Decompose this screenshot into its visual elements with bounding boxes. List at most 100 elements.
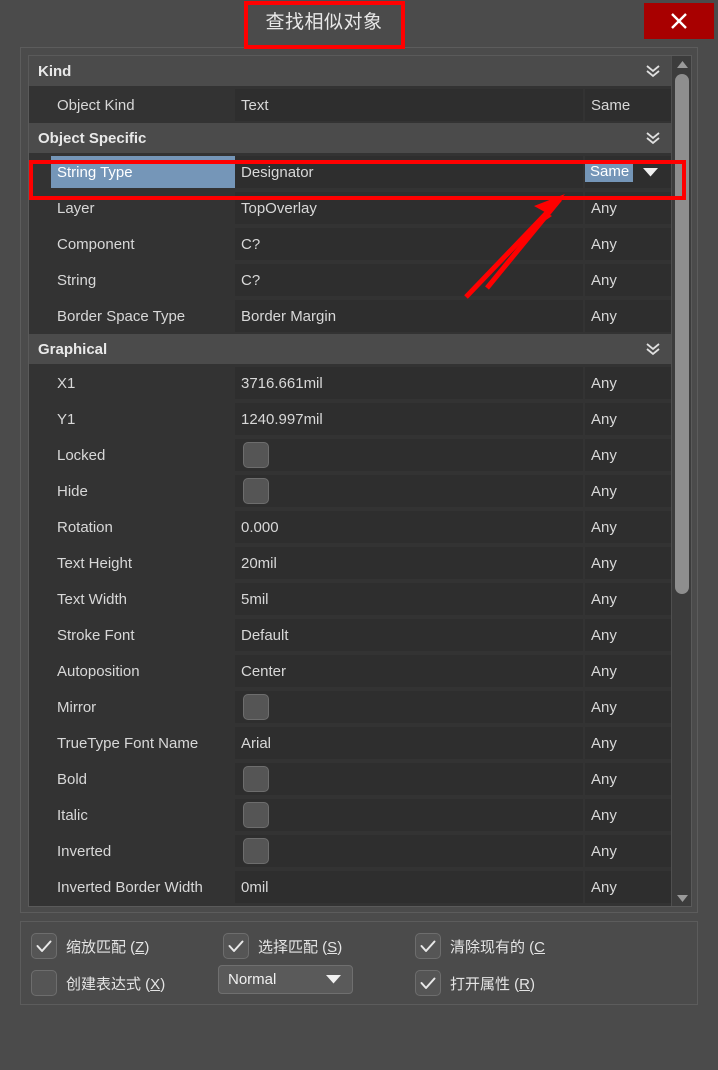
section-header-graphical[interactable]: Graphical [29,334,671,365]
match-mode-cell[interactable]: Any [585,511,671,543]
match-mode-cell[interactable]: Any [585,439,671,471]
section-header-kind[interactable]: Kind [29,56,671,87]
match-mode-cell[interactable]: Any [585,619,671,651]
property-value-cell[interactable]: Border Margin [235,300,585,332]
property-value-cell[interactable] [235,439,585,471]
option-create-expression[interactable]: 创建表达式 (X) [31,970,165,996]
property-row[interactable]: Inverted Any [29,833,671,869]
property-row[interactable]: String C? Any [29,262,671,298]
option-select-match[interactable]: 选择匹配 (S) [223,933,342,959]
section-header-object-specific[interactable]: Object Specific [29,123,671,154]
scroll-down-button[interactable] [672,890,691,906]
property-row[interactable]: TrueType Font Name Arial Any [29,725,671,761]
property-name-cell[interactable]: Text Height [29,545,235,581]
match-mode-cell[interactable]: Any [585,727,671,759]
match-mode-cell[interactable]: Same [585,156,671,188]
match-mode-cell[interactable]: Any [585,835,671,867]
property-row[interactable]: Autoposition Center Any [29,653,671,689]
property-row[interactable]: Component C? Any [29,226,671,262]
property-name-cell[interactable]: Component [29,226,235,262]
property-value-cell[interactable]: 20mil [235,547,585,579]
property-row[interactable]: Inverted Border Width 0mil Any [29,869,671,905]
property-value-cell[interactable] [235,763,585,795]
property-name-cell[interactable]: Bold [29,761,235,797]
match-mode-cell[interactable]: Any [585,547,671,579]
property-value-cell[interactable]: 0mil [235,871,585,903]
property-row[interactable]: Layer TopOverlay Any [29,190,671,226]
property-name-cell[interactable]: String Type [51,156,235,188]
property-name-cell[interactable]: TrueType Font Name [29,725,235,761]
option-open-properties[interactable]: 打开属性 (R) [415,970,535,996]
property-row[interactable]: Object Kind Text Same [29,87,671,123]
property-value-checkbox[interactable] [243,838,269,864]
property-name-cell[interactable]: Object Kind [29,87,235,123]
match-mode-cell[interactable]: Same [585,89,671,121]
property-row[interactable]: Border Space Type Border Margin Any [29,298,671,334]
property-value-cell[interactable]: C? [235,264,585,296]
option-zoom-match[interactable]: 缩放匹配 (Z) [31,933,149,959]
match-mode-cell[interactable]: Any [585,228,671,260]
property-row[interactable]: Rotation 0.000 Any [29,509,671,545]
property-value-cell[interactable] [235,799,585,831]
match-mode-cell[interactable]: Any [585,583,671,615]
property-value-cell[interactable]: Text [235,89,585,121]
property-row[interactable]: Italic Any [29,797,671,833]
property-value-cell[interactable]: Center [235,655,585,687]
property-name-cell[interactable]: Inverted [29,833,235,869]
option-clear-existing[interactable]: 清除现有的 (C [415,933,545,959]
grid-vertical-scrollbar[interactable] [671,56,691,906]
property-name-cell[interactable]: Italic [29,797,235,833]
property-row[interactable]: X1 3716.661mil Any [29,365,671,401]
property-row[interactable]: Mirror Any [29,689,671,725]
property-value-cell[interactable]: 1240.997mil [235,403,585,435]
scrollbar-thumb[interactable] [675,74,689,594]
property-name-cell[interactable]: Locked [29,437,235,473]
property-value-cell[interactable]: Arial [235,727,585,759]
match-mode-cell[interactable]: Any [585,264,671,296]
match-mode-combobox[interactable]: Normal [218,965,353,994]
property-value-cell[interactable] [235,475,585,507]
property-value-cell[interactable]: TopOverlay [235,192,585,224]
match-mode-cell[interactable]: Any [585,403,671,435]
create-expression-checkbox[interactable] [31,970,57,996]
match-mode-cell[interactable]: Any [585,871,671,903]
property-value-cell[interactable]: 0.000 [235,511,585,543]
property-row[interactable]: Y1 1240.997mil Any [29,401,671,437]
property-value-checkbox[interactable] [243,802,269,828]
property-value-cell[interactable] [235,835,585,867]
property-name-cell[interactable]: Hide [29,473,235,509]
property-row[interactable]: Bold Any [29,761,671,797]
property-row[interactable]: Hide Any [29,473,671,509]
property-name-cell[interactable]: Inverted Border Width [29,869,235,905]
clear-existing-checkbox[interactable] [415,933,441,959]
property-value-cell[interactable]: Designator [235,156,585,188]
property-name-cell[interactable]: X1 [29,365,235,401]
property-name-cell[interactable]: String [29,262,235,298]
property-row[interactable]: String Type Designator Same [29,154,671,190]
match-mode-cell[interactable]: Any [585,655,671,687]
property-name-cell[interactable]: Stroke Font [29,617,235,653]
match-mode-cell[interactable]: Any [585,300,671,332]
match-mode-cell[interactable]: Any [585,367,671,399]
property-value-cell[interactable] [235,691,585,723]
property-value-cell[interactable]: 3716.661mil [235,367,585,399]
dropdown-arrow-icon[interactable] [642,167,659,178]
open-properties-checkbox[interactable] [415,970,441,996]
property-name-cell[interactable]: Y1 [29,401,235,437]
property-name-cell[interactable]: Border Space Type [29,298,235,334]
property-value-cell[interactable]: 5mil [235,583,585,615]
zoom-match-checkbox[interactable] [31,933,57,959]
match-mode-cell[interactable]: Any [585,763,671,795]
property-row[interactable]: Text Height 20mil Any [29,545,671,581]
property-value-checkbox[interactable] [243,694,269,720]
property-value-checkbox[interactable] [243,766,269,792]
property-value-checkbox[interactable] [243,442,269,468]
match-mode-cell[interactable]: Any [585,799,671,831]
match-mode-cell[interactable]: Any [585,192,671,224]
select-match-checkbox[interactable] [223,933,249,959]
property-name-cell[interactable]: Layer [29,190,235,226]
property-name-cell[interactable]: Autoposition [29,653,235,689]
property-row[interactable]: Text Width 5mil Any [29,581,671,617]
property-name-cell[interactable]: Mirror [29,689,235,725]
close-button[interactable] [644,3,714,39]
